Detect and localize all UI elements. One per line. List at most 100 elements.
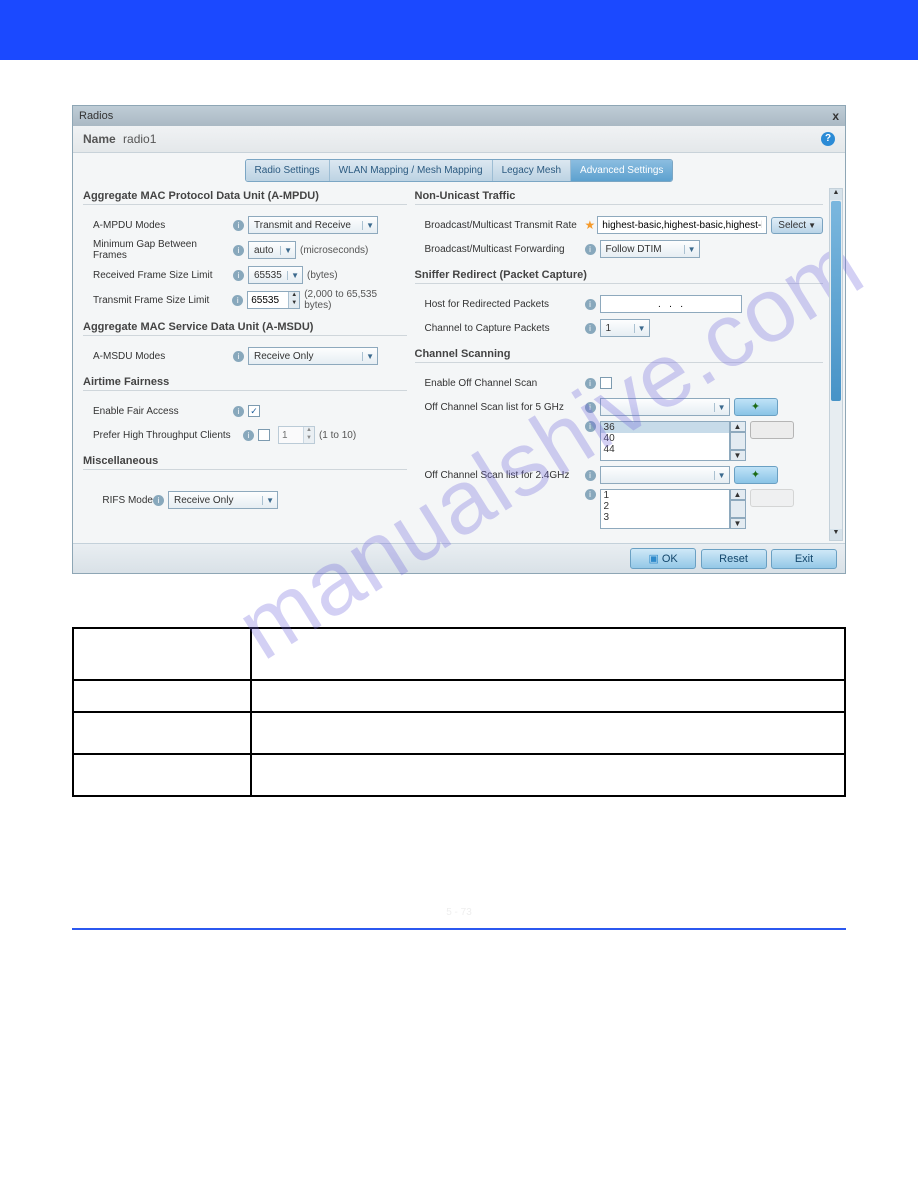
figure-caption: Figure 5-38 Access Point - Access Point …	[72, 594, 846, 604]
tab-wlan-mapping[interactable]: WLAN Mapping / Mesh Mapping	[330, 160, 493, 181]
list-item[interactable]: 3	[601, 512, 729, 523]
spinner-up-icon[interactable]: ▲	[304, 427, 314, 435]
info-icon[interactable]: i	[585, 489, 596, 500]
info-icon[interactable]: i	[585, 378, 596, 389]
spinner-up-icon[interactable]: ▲	[289, 292, 299, 300]
scroll-thumb[interactable]	[831, 201, 841, 401]
exit-button[interactable]: Exit	[771, 549, 837, 569]
dropdown-ampdu-modes[interactable]: Transmit and Receive▼	[248, 216, 378, 234]
list-scroll[interactable]: ▲▼	[730, 421, 746, 461]
dropdown-chan-cap[interactable]: 1▼	[600, 319, 650, 337]
legend-ampdu: Aggregate MAC Protocol Data Unit (A-MPDU…	[83, 190, 407, 205]
info-icon[interactable]: i	[153, 495, 164, 506]
spinner-trans-limit[interactable]: ▲▼	[247, 291, 300, 309]
checkbox-fair-access[interactable]: ✓	[248, 405, 260, 417]
list-item[interactable]: 36	[601, 422, 729, 433]
label-chan-cap: Channel to Capture Packets	[415, 323, 585, 334]
dropdown-amsdu-modes[interactable]: Receive Only▼	[248, 347, 378, 365]
dialog-title: Radios	[79, 110, 113, 122]
checkbox-enable-off[interactable]	[600, 377, 612, 389]
table-val: Use the drop-down menu to define the min…	[251, 680, 845, 712]
add-button[interactable]: ✦	[734, 466, 778, 484]
label-enable-off: Enable Off Channel Scan	[415, 378, 585, 389]
legend-amsdu: Aggregate MAC Service Data Unit (A-MSDU)	[83, 321, 407, 336]
label-bcast-fwd: Broadcast/Multicast Forwarding	[415, 244, 585, 255]
listbox-off5[interactable]: 36 40 44	[600, 421, 730, 461]
info-icon[interactable]: i	[233, 220, 244, 231]
spinner-down-icon[interactable]: ▼	[304, 435, 314, 443]
fieldset-airtime: Airtime Fairness Enable Fair Access i ✓ …	[83, 376, 407, 449]
dropdown-off24[interactable]: ▼	[600, 466, 730, 484]
dropdown-min-gap[interactable]: auto▼	[248, 241, 296, 259]
chan-cap-value: 1	[606, 323, 612, 334]
required-icon: ★	[585, 218, 596, 232]
amsdu-modes-value: Receive Only	[254, 351, 313, 362]
fieldset-ampdu: Aggregate MAC Protocol Data Unit (A-MPDU…	[83, 190, 407, 315]
input-host-redir[interactable]	[600, 295, 742, 313]
info-icon[interactable]: i	[233, 351, 244, 362]
tab-radio-settings[interactable]: Radio Settings	[246, 160, 330, 181]
scroll-down-icon[interactable]: ▼	[830, 529, 842, 540]
info-icon[interactable]: i	[585, 402, 596, 413]
page-number: 5 - 73	[72, 907, 846, 928]
checkbox-prefer-ht[interactable]	[258, 429, 270, 441]
dropdown-recv-limit[interactable]: 65535▼	[248, 266, 303, 284]
info-icon[interactable]: i	[233, 270, 244, 281]
add-button[interactable]: ✦	[734, 398, 778, 416]
list-item[interactable]: 40	[601, 433, 729, 444]
dialog-body: manualshive.com Aggregate MAC Protocol D…	[73, 186, 845, 543]
table-row: A-MPDU ModesUse the drop-down menu to de…	[73, 628, 845, 680]
label-recv-limit: Received Frame Size Limit	[83, 270, 233, 281]
legend-sniffer: Sniffer Redirect (Packet Capture)	[415, 269, 823, 284]
input-bcast-rate[interactable]	[597, 216, 767, 234]
name-value: radio1	[123, 132, 156, 146]
info-icon[interactable]: i	[233, 406, 244, 417]
info-icon[interactable]: i	[585, 470, 596, 481]
dropdown-off5[interactable]: ▼	[600, 398, 730, 416]
table-val: Use the drop-down menu to define the A-M…	[251, 628, 845, 680]
recv-limit-value: 65535	[254, 270, 282, 281]
label-prefer-ht: Prefer High Throughput Clients	[83, 430, 243, 441]
list-item[interactable]: 1	[601, 490, 729, 501]
label-host-redir: Host for Redirected Packets	[415, 299, 585, 310]
reset-button[interactable]: Reset	[701, 549, 767, 569]
list-item[interactable]: 44	[601, 444, 729, 455]
info-icon[interactable]: i	[232, 295, 243, 306]
spinner-down-icon[interactable]: ▼	[289, 300, 299, 308]
info-icon[interactable]: i	[585, 299, 596, 310]
info-icon[interactable]: i	[585, 244, 596, 255]
fieldset-nonunicast: Non-Unicast Traffic Broadcast/Multicast …	[415, 190, 823, 263]
label-trans-limit: Transmit Frame Size Limit	[83, 295, 232, 306]
prefer-ht-hint: (1 to 10)	[319, 430, 356, 441]
trans-limit-input[interactable]	[248, 292, 288, 308]
figure-spacer	[72, 90, 846, 102]
label-bcast-rate: Broadcast/Multicast Transmit Rate	[415, 220, 585, 231]
dialog-namebar: Name radio1 ?	[73, 126, 845, 153]
close-icon[interactable]: x	[832, 109, 839, 123]
help-icon[interactable]: ?	[821, 132, 835, 146]
remove-button[interactable]	[750, 421, 794, 439]
info-icon[interactable]: i	[233, 245, 244, 256]
rifs-value: Receive Only	[174, 495, 233, 506]
vertical-scrollbar[interactable]: ▲ ▼	[829, 188, 843, 541]
info-icon[interactable]: i	[585, 421, 596, 432]
info-icon[interactable]: i	[585, 323, 596, 334]
list-item[interactable]: 2	[601, 501, 729, 512]
tab-advanced-settings[interactable]: Advanced Settings	[571, 160, 672, 181]
select-button[interactable]: Select▼	[771, 217, 823, 234]
list-scroll[interactable]: ▲▼	[730, 489, 746, 529]
scroll-up-icon[interactable]: ▲	[830, 189, 842, 200]
listbox-off24[interactable]: 1 2 3	[600, 489, 730, 529]
min-gap-unit: (microseconds)	[300, 245, 368, 256]
spinner-prefer-ht[interactable]: ▲▼	[278, 426, 315, 444]
prefer-ht-input[interactable]	[279, 427, 303, 443]
dropdown-rifs[interactable]: Receive Only▼	[168, 491, 278, 509]
chevron-down-icon: ▼	[280, 246, 292, 255]
info-icon[interactable]: i	[243, 430, 254, 441]
label-fair-access: Enable Fair Access	[83, 406, 233, 417]
dropdown-bcast-fwd[interactable]: Follow DTIM▼	[600, 240, 700, 258]
legend-airtime: Airtime Fairness	[83, 376, 407, 391]
remove-button[interactable]	[750, 489, 794, 507]
ok-button[interactable]: ▣OK	[630, 548, 696, 569]
tab-legacy-mesh[interactable]: Legacy Mesh	[493, 160, 571, 181]
